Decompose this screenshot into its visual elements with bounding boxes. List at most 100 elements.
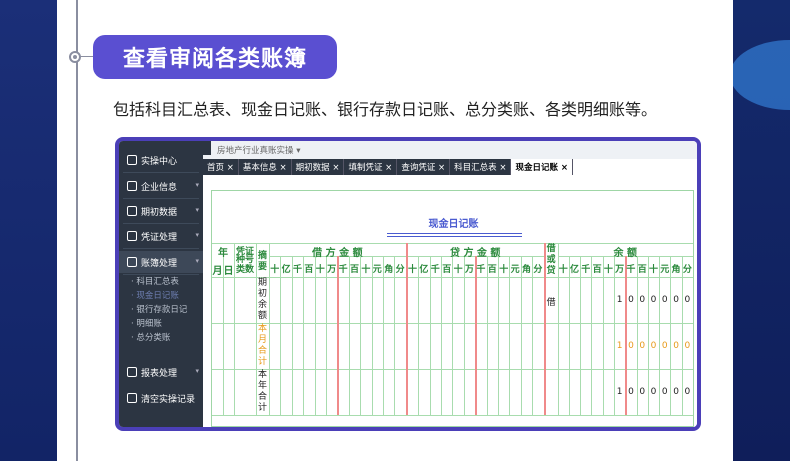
row-balance-digit: 0 xyxy=(684,295,691,305)
users-icon xyxy=(127,181,137,191)
digit-header: 分 xyxy=(395,265,405,275)
grid-line xyxy=(383,256,384,415)
grid-line xyxy=(292,256,293,415)
cash-journal-ledger: 现金日记账 年月日凭证 种号类数 摘要借 方 金 额贷 方 金 额借或贷余 额十十十… xyxy=(211,190,694,427)
digit-header: 万 xyxy=(327,265,337,275)
timeline-dot-icon xyxy=(69,51,81,63)
sidebar-item-users[interactable]: 企业信息 ▾ xyxy=(119,175,203,197)
sidebar-item-bar-chart[interactable]: 期初数据 ▾ xyxy=(119,200,203,222)
grid-line xyxy=(394,256,395,415)
row-summary: 期初余额 xyxy=(257,278,267,321)
sidebar-item-label: 账簿处理 xyxy=(141,258,178,269)
row-balance-digit: 0 xyxy=(650,341,657,351)
row-balance-digit: 0 xyxy=(639,341,646,351)
background-right xyxy=(733,0,790,461)
digit-header: 百 xyxy=(304,265,314,275)
tab-item[interactable]: 科目汇总表 × xyxy=(450,159,512,175)
digit-header: 百 xyxy=(349,265,359,275)
main-content: 现金日记账 年月日凭证 种号类数 摘要借 方 金 额贷 方 金 额借或贷余 额十十十… xyxy=(203,175,697,427)
row-balance-digit: 0 xyxy=(639,295,646,305)
row-balance-digit: 1 xyxy=(616,387,623,397)
chevron-down-icon: ▾ xyxy=(195,257,199,265)
tab-item[interactable]: 基本信息 × xyxy=(239,159,292,175)
sidebar-divider xyxy=(123,198,199,199)
digit-header: 十 xyxy=(558,265,568,275)
direction-header: 借或贷 xyxy=(546,244,556,276)
digit-header: 元 xyxy=(510,265,520,275)
grid-line xyxy=(326,256,327,415)
debit-header: 借 方 金 额 xyxy=(312,248,363,259)
digit-header: 十 xyxy=(315,265,325,275)
sidebar-subitem[interactable]: · 银行存款日记 xyxy=(131,303,187,315)
grid-line xyxy=(360,256,361,415)
digit-header: 十 xyxy=(361,265,371,275)
chevron-down-icon: ▾ xyxy=(195,367,199,375)
sidebar-item-book[interactable]: 账簿处理 ▾ xyxy=(119,251,203,273)
ledger-title: 现金日记账 xyxy=(428,219,479,230)
digit-header: 十 xyxy=(603,265,613,275)
grid-line xyxy=(521,256,522,415)
row-balance-digit: 0 xyxy=(628,295,634,305)
digit-header: 万 xyxy=(615,265,625,275)
sidebar-item-label: 期初数据 xyxy=(141,207,178,218)
digit-header: 千 xyxy=(430,265,440,275)
row-balance-digit: 0 xyxy=(673,387,679,397)
grid-line xyxy=(591,256,592,415)
chevron-down-icon: ▾ xyxy=(195,206,199,214)
digit-header: 角 xyxy=(521,265,531,275)
app-window: 实操中心企业信息 ▾ 期初数据 ▾ 凭证处理 ▾ 账簿处理 ▾ · 科目汇总表 · 现金日记账 · … xyxy=(119,141,697,427)
row-balance-digit: 0 xyxy=(628,387,634,397)
section-title: 查看审阅各类账簿 xyxy=(93,35,337,79)
sidebar-divider xyxy=(123,223,199,224)
row-balance-digit: 0 xyxy=(673,295,679,305)
screenshot-frame: 实操中心企业信息 ▾ 期初数据 ▾ 凭证处理 ▾ 账簿处理 ▾ · 科目汇总表 · 现金日记账 · … xyxy=(115,137,701,431)
digit-header: 百 xyxy=(592,265,602,275)
grid-line xyxy=(509,256,510,415)
row-summary: 本月合计 xyxy=(257,324,267,367)
tab-item[interactable]: 查询凭证 × xyxy=(397,159,451,175)
grid-line xyxy=(223,256,224,415)
sidebar-item-clear[interactable]: 清空实操记录 xyxy=(119,387,203,409)
sidebar-divider xyxy=(123,248,199,249)
digit-header: 亿 xyxy=(570,265,580,275)
grid-line xyxy=(280,256,281,415)
sidebar-item-voucher[interactable]: 凭证处理 ▾ xyxy=(119,225,203,247)
menu-toggle-icon[interactable] xyxy=(203,141,211,155)
grid-line xyxy=(487,256,488,415)
sidebar-item-monitor[interactable]: 实操中心 xyxy=(119,149,203,171)
digit-header: 千 xyxy=(292,265,302,275)
year-header: 年 xyxy=(218,248,228,259)
row-balance-digit: 0 xyxy=(661,341,668,351)
digit-header: 千 xyxy=(626,265,636,275)
grid-line xyxy=(315,256,316,415)
tab-item[interactable]: 期初数据 × xyxy=(292,159,345,175)
sidebar-item-label: 实操中心 xyxy=(141,156,178,167)
grid-line xyxy=(441,256,442,415)
background-left xyxy=(0,0,57,461)
digit-header: 千 xyxy=(476,265,486,275)
sidebar-subitem[interactable]: · 现金日记账 xyxy=(131,289,179,301)
tab-item[interactable]: 首页 × xyxy=(203,159,239,175)
sidebar-subitem[interactable]: · 总分类账 xyxy=(131,331,170,343)
glow-shape xyxy=(733,40,790,110)
grid-line xyxy=(452,256,453,415)
monitor-icon xyxy=(127,155,137,165)
tab-item[interactable]: 现金日记账 × xyxy=(511,159,574,175)
digit-header: 千 xyxy=(338,265,348,275)
row-balance-digit: 0 xyxy=(661,387,668,397)
grid-line xyxy=(212,415,693,416)
grid-line xyxy=(498,256,499,415)
tab-item[interactable]: 填制凭证 × xyxy=(344,159,398,175)
digit-header: 十 xyxy=(499,265,509,275)
balance-header: 余 额 xyxy=(613,248,638,259)
credit-header: 贷 方 金 额 xyxy=(449,248,501,259)
chart-line-icon xyxy=(127,367,137,377)
digit-header: 十 xyxy=(453,265,463,275)
grid-line xyxy=(569,256,570,415)
sidebar-item-chart-line[interactable]: 报表处理 ▾ xyxy=(119,361,203,383)
sidebar-subitem[interactable]: · 明细账 xyxy=(131,317,162,329)
breadcrumb[interactable]: 房地产行业真账实操 ▾ xyxy=(217,144,300,156)
grid-line xyxy=(430,256,431,415)
bar-chart-icon xyxy=(127,206,137,216)
sidebar-subitem[interactable]: · 科目汇总表 xyxy=(131,275,179,287)
